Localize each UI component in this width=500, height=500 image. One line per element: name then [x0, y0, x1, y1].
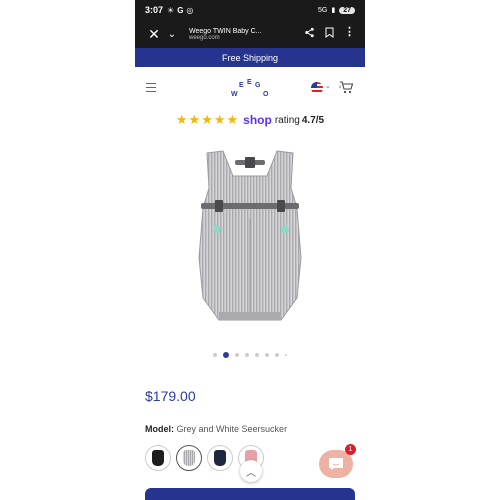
add-to-cart-bar[interactable]	[145, 488, 355, 500]
chevron-down-icon[interactable]: ⌄	[325, 82, 331, 90]
model-label: Model:	[145, 424, 174, 434]
battery-indicator: 27	[339, 6, 355, 14]
logo-letter: W	[231, 91, 238, 98]
phone-screen: 3:07 ☀ G ◎ 5G ▮ 27 ✕ ⌄ Weego TWIN Baby C…	[135, 0, 365, 500]
status-time: 3:07	[145, 5, 164, 15]
model-value: Grey and White Seersucker	[176, 424, 288, 434]
browser-toolbar: ✕ ⌄ Weego TWIN Baby C... weego.com ⋮	[135, 20, 365, 48]
chevron-up-icon: ︿	[246, 467, 256, 479]
swatch-grey-white-seersucker[interactable]	[176, 445, 202, 471]
shipping-banner: Free Shipping	[135, 48, 365, 67]
us-flag-icon[interactable]	[311, 82, 323, 94]
menu-icon[interactable]	[146, 83, 156, 95]
chevron-down-icon[interactable]: ⌄	[163, 29, 181, 40]
more-options-icon[interactable]: ⋮	[344, 25, 355, 43]
network-label: 5G	[318, 6, 328, 14]
gallery-pagination	[135, 352, 365, 358]
browser-page-title: Weego TWIN Baby C...	[189, 27, 262, 35]
shipping-banner-text: Free Shipping	[221, 52, 279, 63]
signal-icon: ▮	[331, 7, 336, 14]
gallery-dot[interactable]	[245, 353, 249, 357]
browser-title-area[interactable]: Weego TWIN Baby C... weego.com	[189, 28, 298, 41]
gallery-dot[interactable]	[255, 353, 259, 357]
site-header: W E E G O ⌄ 0	[135, 67, 365, 107]
gallery-dot[interactable]	[213, 353, 217, 357]
rating-stars: ★★★★★	[175, 112, 240, 127]
gallery-dot[interactable]	[235, 353, 239, 357]
scroll-to-top-button[interactable]: ︿	[240, 460, 262, 482]
browser-url: weego.com	[189, 34, 220, 41]
swatch-black[interactable]	[145, 445, 171, 471]
instagram-icon: ◎	[186, 5, 194, 15]
logo-letter: E	[247, 79, 252, 86]
model-selector-label: Model: Grey and White Seersucker	[145, 424, 287, 434]
bookmark-icon[interactable]	[325, 25, 334, 43]
svg-text:0: 0	[339, 84, 342, 89]
gallery-dot[interactable]	[275, 353, 279, 357]
close-icon[interactable]: ✕	[145, 26, 163, 43]
chat-badge: 1	[345, 444, 356, 455]
swatch-navy[interactable]	[207, 445, 233, 471]
chat-icon	[329, 458, 343, 470]
sun-icon: ☀	[167, 5, 175, 15]
product-image[interactable]	[193, 148, 307, 328]
logo-letter: G	[255, 82, 261, 89]
share-icon[interactable]	[304, 25, 315, 43]
gallery-dot[interactable]	[265, 353, 269, 357]
shop-logo: shop	[243, 113, 272, 127]
status-bar: 3:07 ☀ G ◎ 5G ▮ 27	[135, 0, 365, 20]
gallery-dot-active[interactable]	[223, 352, 229, 358]
rating-label: rating	[274, 114, 300, 126]
logo-letter: O	[263, 91, 269, 98]
google-icon: G	[177, 5, 184, 15]
gallery-dot[interactable]	[285, 354, 287, 356]
rating-value: 4.7/5	[301, 114, 325, 126]
weego-logo[interactable]: W E E G O	[227, 77, 271, 101]
logo-letter: E	[239, 82, 244, 89]
product-price: $179.00	[145, 388, 196, 404]
shop-rating[interactable]: ★★★★★ shop rating 4.7/5	[135, 112, 365, 128]
cart-icon[interactable]: 0	[339, 80, 354, 94]
